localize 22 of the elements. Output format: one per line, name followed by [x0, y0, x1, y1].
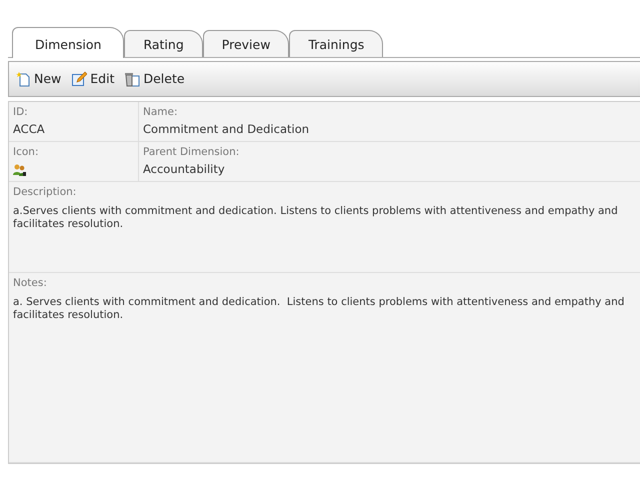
tab[interactable]: Trainings: [289, 30, 384, 57]
edit-button[interactable]: Edit: [71, 70, 114, 88]
field-label: Name:: [143, 105, 179, 120]
field-label: Notes:: [13, 276, 48, 291]
tab[interactable]: Rating: [124, 30, 203, 57]
field-label: Icon:: [13, 145, 40, 160]
trash-documents-icon: [124, 71, 140, 87]
field-value: Commitment and Dedication: [143, 120, 310, 138]
delete-button[interactable]: Delete: [124, 70, 185, 88]
field-label: Description:: [13, 185, 78, 200]
field-value: Accountability: [143, 160, 226, 178]
field-label: ID:: [13, 105, 29, 120]
tab[interactable]: Preview: [202, 30, 290, 57]
people-icon: [13, 164, 27, 176]
new-button[interactable]: New: [15, 70, 62, 88]
new-document-icon: [15, 71, 31, 87]
description-text: a. Serves clients with commitment and dedication. Listens to clients problems with attentiveness and empathy and facilitates resolution.: [13, 296, 626, 322]
description-text: a.Serves clients with commitment and dedication. Listens to clients problems with attentiveness and empathy and facilitates resolution.: [13, 204, 619, 231]
field-value: ACCA: [13, 120, 46, 138]
field-label: Parent Dimension:: [143, 145, 240, 160]
tab[interactable]: Dimension: [12, 27, 124, 58]
edit-icon: [71, 71, 88, 87]
